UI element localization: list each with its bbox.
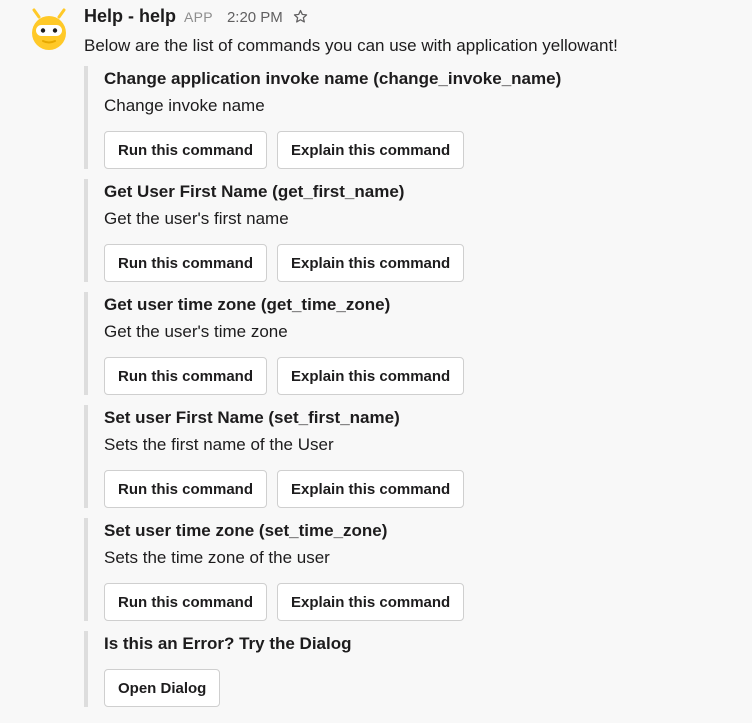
explain-command-button[interactable]: Explain this command <box>277 357 465 395</box>
message: Help - help APP 2:20 PM Below are the li… <box>0 0 752 723</box>
message-intro-text: Below are the list of commands you can u… <box>84 36 618 55</box>
command-description: Sets the time zone of the user <box>104 548 330 567</box>
command-title: Set user time zone (set_time_zone) <box>104 521 388 540</box>
run-command-button[interactable]: Run this command <box>104 583 268 621</box>
run-command-button[interactable]: Run this command <box>104 131 268 169</box>
error-dialog-title: Is this an Error? Try the Dialog <box>104 634 352 653</box>
command-actions: Run this command Explain this command <box>104 357 644 395</box>
command-actions: Run this command Explain this command <box>104 131 644 169</box>
explain-command-button[interactable]: Explain this command <box>277 131 465 169</box>
explain-command-button[interactable]: Explain this command <box>277 470 465 508</box>
star-outline-icon[interactable] <box>293 9 308 24</box>
command-attachment: Get user time zone (get_time_zone) Get t… <box>84 292 644 395</box>
message-header: Help - help APP 2:20 PM <box>84 6 752 30</box>
run-command-button[interactable]: Run this command <box>104 244 268 282</box>
command-description: Change invoke name <box>104 96 265 115</box>
timestamp[interactable]: 2:20 PM <box>227 9 283 26</box>
command-actions: Run this command Explain this command <box>104 470 644 508</box>
explain-command-button[interactable]: Explain this command <box>277 244 465 282</box>
robot-avatar-icon[interactable] <box>26 8 72 54</box>
command-description: Sets the first name of the User <box>104 435 334 454</box>
message-content: Help - help APP 2:20 PM Below are the li… <box>84 6 752 57</box>
explain-command-button[interactable]: Explain this command <box>277 583 465 621</box>
command-title: Change application invoke name (change_i… <box>104 69 562 88</box>
command-attachment: Set user time zone (set_time_zone) Sets … <box>84 518 644 621</box>
open-dialog-button[interactable]: Open Dialog <box>104 669 221 707</box>
run-command-button[interactable]: Run this command <box>104 357 268 395</box>
command-description: Get the user's first name <box>104 209 289 228</box>
command-title: Get User First Name (get_first_name) <box>104 182 405 201</box>
command-attachment: Set user First Name (set_first_name) Set… <box>84 405 644 508</box>
command-title: Set user First Name (set_first_name) <box>104 408 400 427</box>
run-command-button[interactable]: Run this command <box>104 470 268 508</box>
error-dialog-attachment: Is this an Error? Try the Dialog Open Di… <box>84 631 644 707</box>
app-badge: APP <box>184 9 213 25</box>
command-description: Get the user's time zone <box>104 322 288 341</box>
command-actions: Run this command Explain this command <box>104 583 644 621</box>
command-title: Get user time zone (get_time_zone) <box>104 295 391 314</box>
command-attachment: Get User First Name (get_first_name) Get… <box>84 179 644 282</box>
error-dialog-actions: Open Dialog <box>104 669 644 707</box>
command-actions: Run this command Explain this command <box>104 244 644 282</box>
command-attachment: Change application invoke name (change_i… <box>84 66 644 169</box>
sender-name[interactable]: Help - help <box>84 6 176 27</box>
